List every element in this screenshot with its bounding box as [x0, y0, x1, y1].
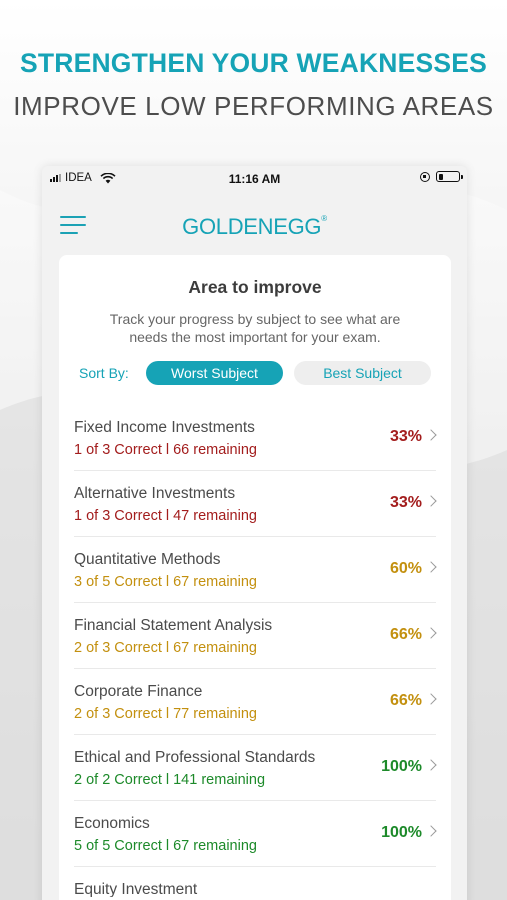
subject-list: Fixed Income Investments 1 of 3 Correct … — [74, 405, 437, 897]
chevron-right-icon — [425, 759, 437, 771]
subject-percent: 100% — [381, 824, 422, 841]
subject-row[interactable]: Fixed Income Investments 1 of 3 Correct … — [74, 405, 437, 471]
subject-stats: 2 of 2 Correct l 141 remaining — [74, 772, 266, 788]
sort-best-subject-button[interactable]: Best Subject — [294, 361, 431, 385]
subject-percent: 66% — [389, 626, 422, 643]
promo-title: STRENGTHEN YOUR WEAKNESSES — [19, 48, 488, 78]
subject-row[interactable]: Quantitative Methods 3 of 5 Correct l 67… — [74, 537, 437, 603]
sort-by-label: Sort By: — [79, 365, 129, 381]
subject-name: Corporate Finance — [74, 683, 203, 700]
status-bar: IDEA 11:16 AM — [42, 166, 467, 192]
chevron-right-icon — [425, 495, 437, 507]
subject-percent: 60% — [389, 560, 422, 577]
status-time: 11:16 AM — [228, 172, 281, 186]
sort-row: Sort By: Worst Subject Best Subject — [79, 361, 434, 385]
subject-percent: 66% — [389, 692, 422, 709]
chevron-right-icon — [425, 627, 437, 639]
subject-stats: 2 of 3 Correct l 77 remaining — [74, 706, 257, 722]
rotation-lock-icon — [420, 171, 430, 182]
subject-row[interactable]: Alternative Investments 1 of 3 Correct l… — [74, 471, 437, 537]
logo-trademark: ® — [321, 214, 327, 223]
subject-name: Equity Investment — [74, 881, 198, 897]
app-header: GOLDENEGG® — [42, 204, 467, 244]
subject-name: Quantitative Methods — [74, 551, 221, 568]
chevron-right-icon — [425, 825, 437, 837]
subject-stats: 2 of 3 Correct l 67 remaining — [74, 640, 257, 656]
goldenegg-logo: GOLDENEGG® — [42, 214, 467, 240]
subject-name: Alternative Investments — [74, 485, 236, 502]
subject-row-partial[interactable]: Equity Investment — [74, 867, 436, 897]
card-title: Area to improve — [188, 277, 322, 297]
phone-screen: IDEA 11:16 AM GOLDENEGG® Area to improve… — [42, 166, 467, 900]
chevron-right-icon — [425, 429, 437, 441]
subject-percent: 33% — [389, 494, 422, 511]
area-to-improve-card: Area to improve Track your progress by s… — [59, 255, 451, 900]
subject-stats: 5 of 5 Correct l 67 remaining — [74, 838, 257, 854]
battery-icon — [436, 171, 463, 182]
logo-text: GOLDENEGG — [182, 214, 322, 239]
subject-name: Ethical and Professional Standards — [74, 749, 316, 766]
subject-stats: 3 of 5 Correct l 67 remaining — [74, 574, 257, 590]
subject-name: Economics — [74, 815, 150, 832]
subject-stats: 1 of 3 Correct l 66 remaining — [74, 442, 257, 458]
subject-name: Fixed Income Investments — [74, 419, 255, 436]
sort-worst-subject-button[interactable]: Worst Subject — [146, 361, 283, 385]
subject-percent: 33% — [389, 428, 422, 445]
subject-row[interactable]: Ethical and Professional Standards 2 of … — [74, 735, 437, 801]
subject-row[interactable]: Financial Statement Analysis 2 of 3 Corr… — [74, 603, 437, 669]
subject-stats: 1 of 3 Correct l 47 remaining — [74, 508, 257, 524]
subject-row[interactable]: Corporate Finance 2 of 3 Correct l 77 re… — [74, 669, 437, 735]
subject-name: Financial Statement Analysis — [74, 617, 273, 634]
subject-percent: 100% — [381, 758, 422, 775]
chevron-right-icon — [425, 561, 437, 573]
promo-subtitle: IMPROVE LOW PERFORMING AREAS — [13, 91, 494, 121]
chevron-right-icon — [425, 693, 437, 705]
card-description: Track your progress by subject to see wh… — [109, 311, 401, 345]
subject-row[interactable]: Economics 5 of 5 Correct l 67 remaining … — [74, 801, 437, 867]
